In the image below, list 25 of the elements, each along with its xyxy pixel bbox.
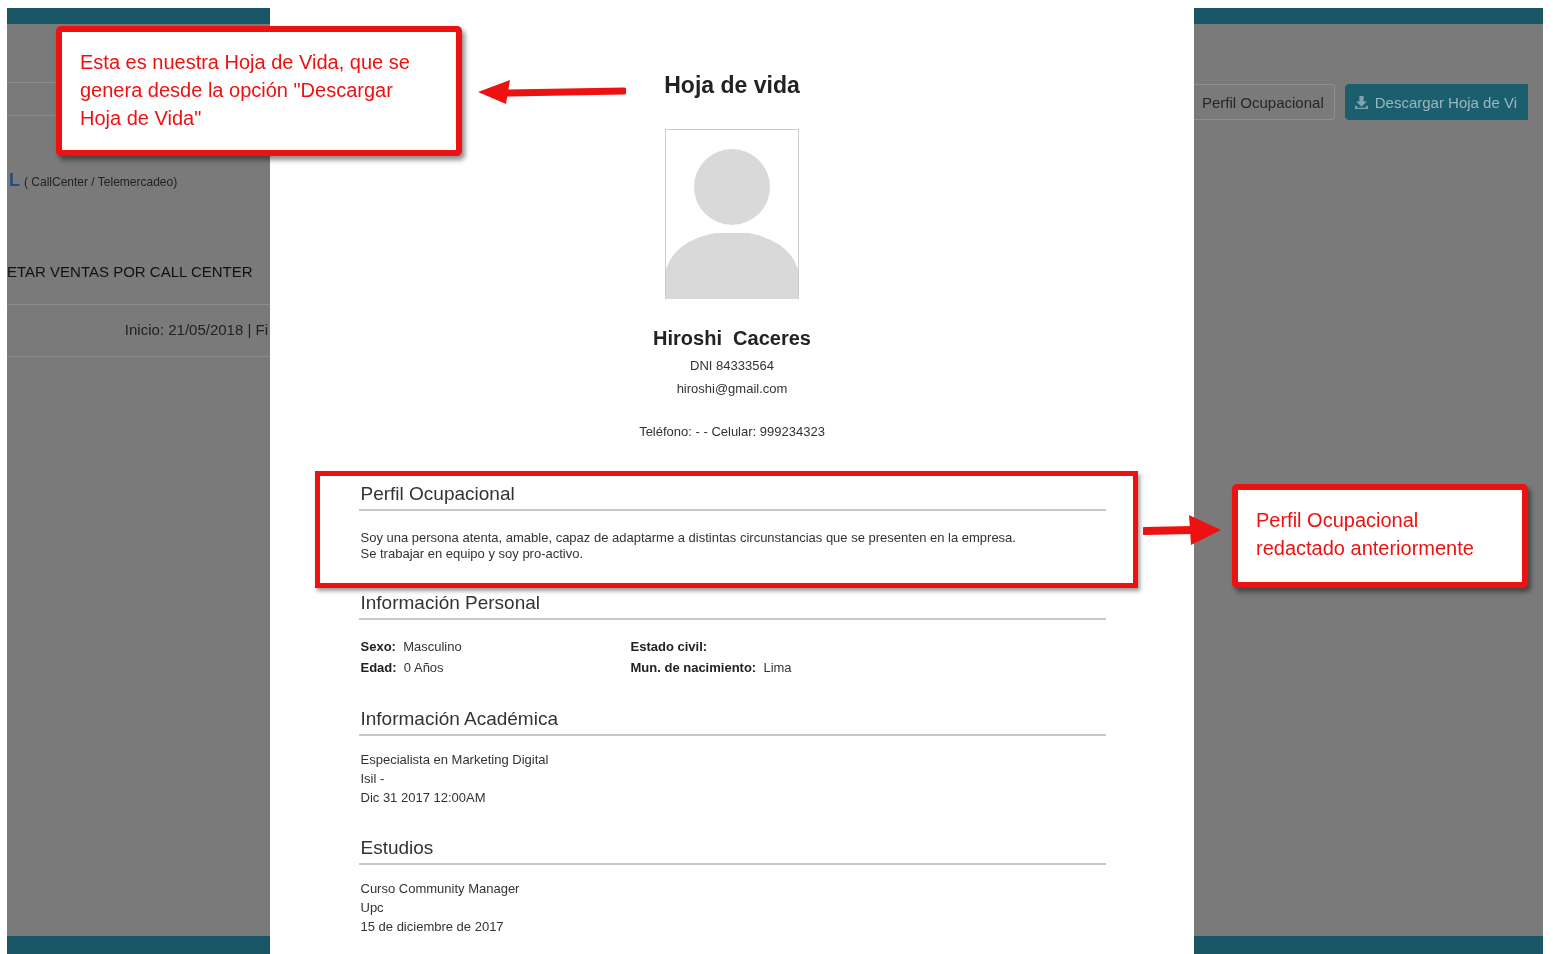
person-name: Hiroshi Caceres bbox=[653, 327, 811, 350]
resume-title: Hoja de vida bbox=[664, 72, 800, 99]
category-label: ( CallCenter / Telemercadeo) bbox=[24, 175, 178, 189]
section-heading: Información Personal bbox=[358, 592, 1106, 620]
section-text: Especialista en Marketing Digital Isil - Dic 31 2017 12:00AM bbox=[359, 751, 550, 807]
section-heading: Perfil Ocupacional bbox=[358, 483, 1106, 511]
id-number: DNI 84333564 bbox=[690, 358, 774, 373]
info-field: Sexo: Masculino bbox=[360, 636, 631, 657]
job-dates: Inicio: 21/05/2018 | Fi bbox=[123, 321, 269, 338]
profile-button[interactable]: Perfil Ocupacional bbox=[1194, 84, 1335, 120]
info-field: Edad: 0 Años bbox=[360, 657, 631, 678]
job-title: ETAR VENTAS POR CALL CENTER bbox=[7, 263, 254, 280]
annotation-callout: Perfil Ocupacional redactado anteriormente bbox=[1232, 484, 1528, 588]
download-icon bbox=[1353, 94, 1369, 110]
email-text: hiroshi@gmail.com bbox=[676, 381, 788, 396]
section-text: Soy una persona atenta, amable, capaz de adaptarme a distintas circunstancias que se presenten en la empresa. Se trabajar en equipo y soy pro-activo. bbox=[359, 529, 1017, 562]
info-field: Mun. de nacimiento: Lima bbox=[630, 657, 901, 678]
category-initial: L bbox=[9, 170, 20, 191]
section-text: Curso Community Manager Upc 15 de diciembre de 2017 bbox=[359, 880, 521, 936]
section-heading: Estudios bbox=[358, 837, 1106, 865]
section-heading: Información Académica bbox=[358, 708, 1106, 736]
annotation-callout: Esta es nuestra Hoja de Vida, que se genera desde la opción "Descargar Hoja de Vida" bbox=[56, 26, 462, 156]
download-button[interactable]: Descargar Hoja de Vi bbox=[1344, 84, 1529, 120]
phone-text: Teléfono: - - Celular: 999234323 bbox=[639, 424, 825, 439]
info-field: Estado civil: bbox=[630, 636, 901, 657]
